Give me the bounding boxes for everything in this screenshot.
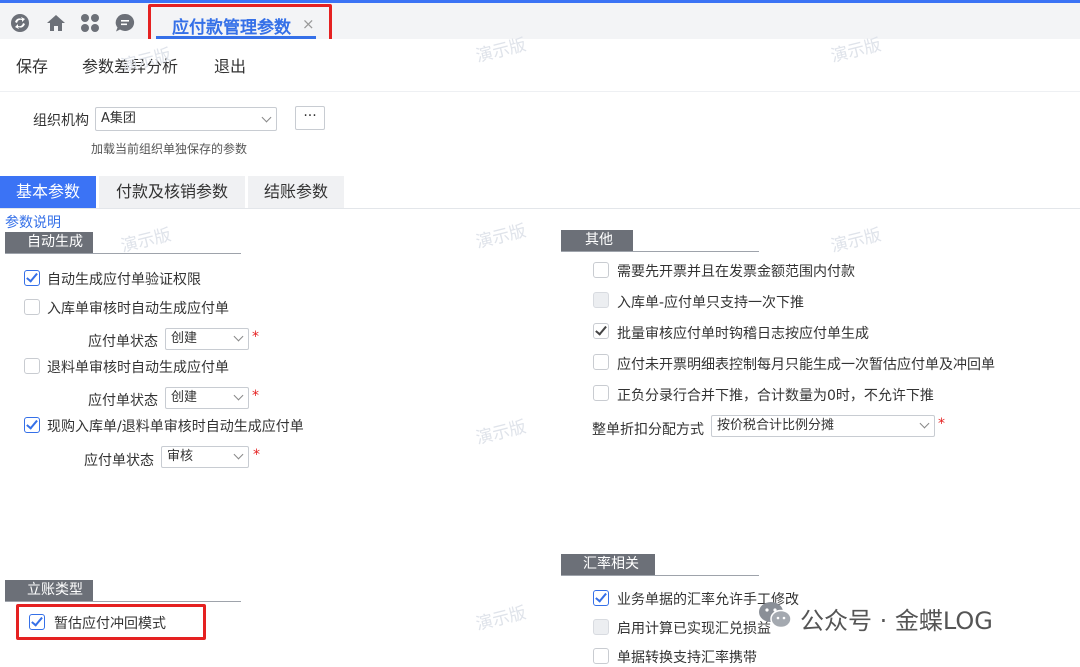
status-select-value: 审核 [167,449,194,464]
section-account-type: 立账类型 [5,580,93,601]
checkbox-realized-gain[interactable] [593,619,609,635]
diff-analysis-button[interactable]: 参数差异分析 [82,53,178,77]
exit-button[interactable]: 退出 [214,53,246,77]
watermark: 演示版 [828,225,884,257]
chevron-down-icon [261,112,272,123]
section-rule [561,575,759,576]
checkbox-inbound-auto[interactable] [24,299,40,315]
status-select-return[interactable]: 创建 [165,387,249,409]
required-mark: * [252,329,259,345]
tabs-divider [0,208,1080,209]
tab-closing-params[interactable]: 结账参数 [248,176,344,208]
checkbox-batch-audit-log[interactable] [593,323,609,339]
wechat-icon [759,602,792,629]
param-desc-link[interactable]: 参数说明 [5,212,61,232]
tab-payment-params[interactable]: 付款及核销参数 [99,176,245,208]
required-mark: * [252,388,259,404]
chevron-down-icon [233,331,244,342]
chevron-down-icon [919,418,930,429]
checkbox-label: 入库单-应付单只支持一次下推 [617,295,805,311]
checkbox-rate-manual[interactable] [593,590,609,606]
checkbox-merge-push[interactable] [593,385,609,401]
discount-label: 整单折扣分配方式 [592,422,704,438]
section-rule [5,601,241,602]
checkbox-label: 应付未开票明细表控制每月只能生成一次暂估应付单及冲回单 [617,357,995,373]
status-label: 应付单状态 [88,393,158,409]
section-other: 其他 [561,230,633,251]
org-label: 组织机构 [33,113,89,129]
org-more-button[interactable]: ··· [295,106,325,130]
checkbox-label: 自动生成应付单验证权限 [47,272,201,288]
status-select-value: 创建 [171,390,198,405]
checkbox-label: 现购入库单/退料单审核时自动生成应付单 [47,419,304,435]
checkbox-monthly-estimate[interactable] [593,354,609,370]
org-select[interactable]: A集团 [95,107,277,131]
status-select-inbound[interactable]: 创建 [165,328,249,350]
toolbar: 保存 参数差异分析 退出 [0,39,1080,92]
watermark: 演示版 [473,417,529,449]
status-label: 应付单状态 [84,453,154,469]
checkbox-label: 退料单审核时自动生成应付单 [47,360,229,376]
apps-grid-icon[interactable] [79,12,101,34]
watermark: 演示版 [118,225,174,257]
watermark: 演示版 [473,603,529,635]
checkbox-label: 批量审核应付单时钩稽日志按应付单生成 [617,326,869,342]
required-mark: * [938,416,945,432]
discount-select[interactable]: 按价税合计比例分摊 [711,415,935,437]
refresh-icon[interactable] [9,12,31,34]
section-rule [5,253,241,254]
required-mark: * [253,447,260,463]
chevron-down-icon [233,390,244,401]
checkbox-auto-permission[interactable] [24,270,40,286]
checkbox-label: 启用计算已实现汇兑损益 [617,621,771,637]
checkbox-cash-purchase-auto[interactable] [24,417,40,433]
brand-watermark: 公众号 · 金蝶LOG [800,607,993,635]
status-select-value: 创建 [171,331,198,346]
section-exchange-rate: 汇率相关 [561,554,655,575]
home-icon[interactable] [45,12,67,34]
org-hint: 加载当前组织单独保存的参数 [91,142,248,156]
checkbox-return-auto[interactable] [24,358,40,374]
checkbox-label: 单据转换支持汇率携带 [617,650,757,666]
checkbox-push-once[interactable] [593,292,609,308]
discount-select-value: 按价税合计比例分摊 [717,418,835,433]
chat-icon[interactable] [114,12,136,34]
section-rule [561,251,759,252]
section-auto-generate: 自动生成 [5,232,93,253]
save-button[interactable]: 保存 [16,53,48,77]
chevron-down-icon [233,449,244,460]
org-select-value: A集团 [101,111,136,126]
status-select-cash[interactable]: 审核 [161,446,249,468]
checkbox-label: 入库单审核时自动生成应付单 [47,301,229,317]
checkbox-label: 需要先开票并且在发票金额范围内付款 [617,264,855,280]
highlight-box-estimate [16,604,206,640]
status-label: 应付单状态 [88,334,158,350]
watermark: 演示版 [473,221,529,253]
tab-basic-params[interactable]: 基本参数 [0,176,96,208]
checkbox-label: 正负分录行合并下推，合计数量为0时，不允许下推 [617,388,934,404]
checkbox-invoice-first[interactable] [593,262,609,278]
